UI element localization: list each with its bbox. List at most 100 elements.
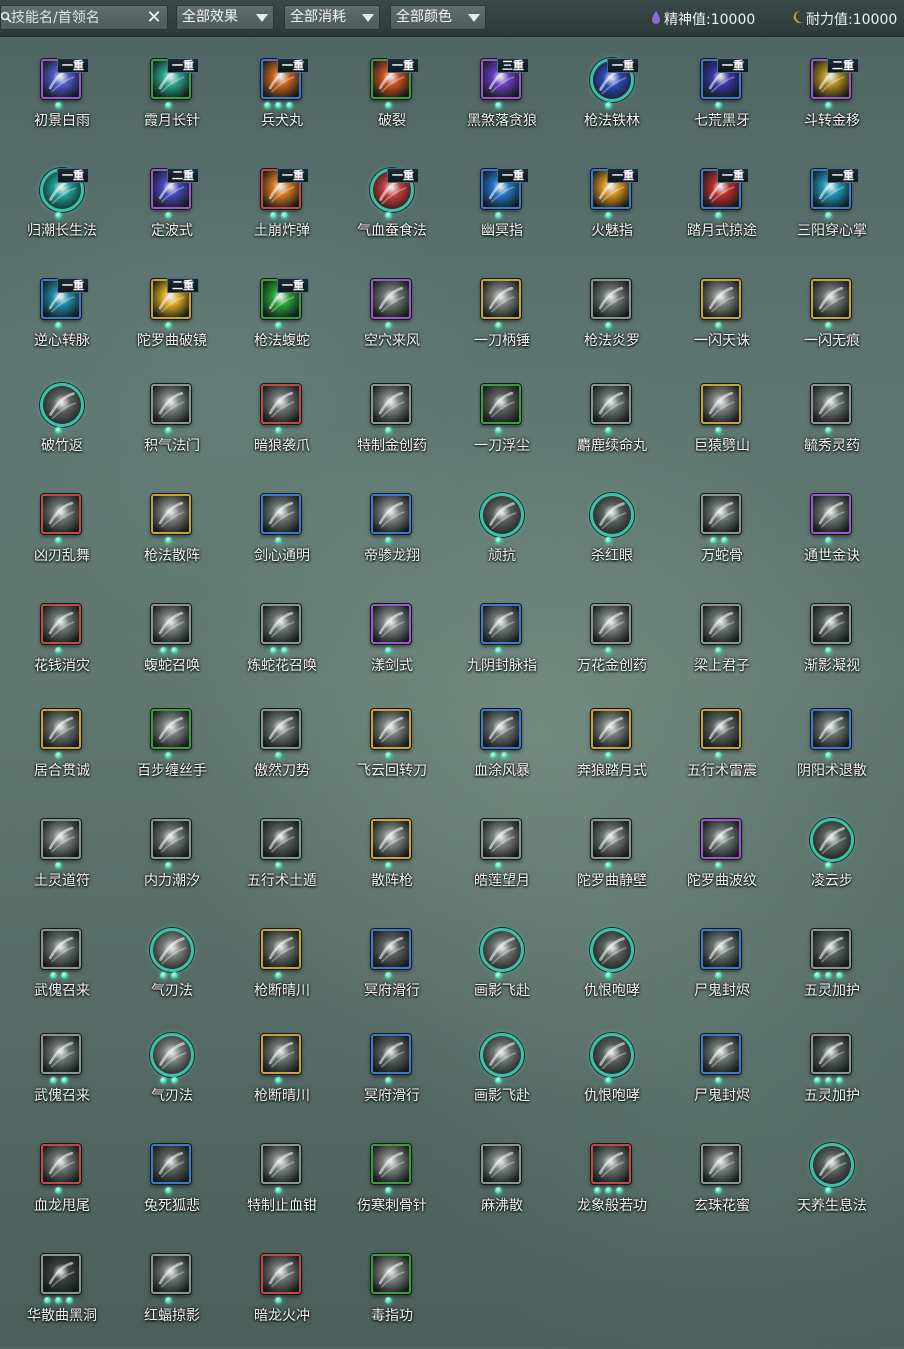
skill-slot[interactable]: 一重 土崩炸弹 [232,164,332,264]
skill-slot[interactable]: 散阵枪 [342,814,442,914]
skill-slot[interactable]: 土灵道符 [12,814,112,914]
skill-slot[interactable]: 漾剑式 [342,599,442,699]
skill-slot[interactable]: 万花金创药 [562,599,662,699]
skill-slot[interactable]: 渐影凝视 [782,599,882,699]
skill-slot[interactable]: 帝骖龙翔 [342,489,442,589]
skill-slot[interactable]: 一重 兵犬丸 [232,54,332,154]
skill-slot[interactable]: 一重 火魅指 [562,164,662,264]
skill-slot[interactable]: 麻沸散 [452,1139,552,1239]
skill-slot[interactable]: 一重 踏月式掠途 [672,164,772,264]
skill-slot[interactable]: 一重 七荒黑牙 [672,54,772,154]
skill-slot[interactable]: 枪法散阵 [122,489,222,589]
skill-slot[interactable]: 气刃法 [122,924,222,1024]
skill-slot[interactable]: 一刀浮尘 [452,379,552,479]
skill-slot[interactable]: 冥府滑行 [342,924,442,1024]
skill-slot[interactable]: 阴阳术退散 [782,704,882,804]
skill-slot[interactable]: 二重 斗转金移 [782,54,882,154]
skill-slot[interactable]: 血涂风暴 [452,704,552,804]
skill-slot[interactable]: 百步缠丝手 [122,704,222,804]
skill-slot[interactable]: 内力潮汐 [122,814,222,914]
skill-slot[interactable]: 五灵加护 [782,1029,882,1129]
skill-slot[interactable]: 天养生息法 [782,1139,882,1239]
skill-slot[interactable]: 空穴来风 [342,274,442,374]
skill-slot[interactable]: 五行术土遁 [232,814,332,914]
skill-slot[interactable]: 尸鬼封烬 [672,924,772,1024]
skill-slot[interactable]: 冥府滑行 [342,1029,442,1129]
skill-slot[interactable]: 五灵加护 [782,924,882,1024]
skill-slot[interactable]: 武傀召来 [12,924,112,1024]
skill-slot[interactable]: 特制金创药 [342,379,442,479]
skill-slot[interactable]: 梁上君子 [672,599,772,699]
skill-slot[interactable]: 巨猿劈山 [672,379,772,479]
skill-slot[interactable]: 武傀召来 [12,1029,112,1129]
skill-slot[interactable]: 杀红眼 [562,489,662,589]
skill-slot[interactable]: 枪断晴川 [232,1029,332,1129]
skill-slot[interactable]: 伤寒刺骨针 [342,1139,442,1239]
skill-slot[interactable]: 破竹返 [12,379,112,479]
skill-slot[interactable]: 气刃法 [122,1029,222,1129]
skill-slot[interactable]: 一重 枪法蝮蛇 [232,274,332,374]
clear-search-button[interactable]: ✕ [145,8,163,27]
skill-slot[interactable]: 仇恨咆哮 [562,924,662,1024]
skill-slot[interactable]: 暗龙火冲 [232,1249,332,1349]
skill-slot[interactable]: 枪法炎罗 [562,274,662,374]
skill-slot[interactable]: 毒指功 [342,1249,442,1349]
skill-slot[interactable]: 皓莲望月 [452,814,552,914]
skill-slot[interactable]: 画影飞赴 [452,924,552,1024]
skill-slot[interactable]: 飞云回转刀 [342,704,442,804]
skill-slot[interactable]: 红蝠掠影 [122,1249,222,1349]
skill-slot[interactable]: 花钱消灾 [12,599,112,699]
skill-slot[interactable]: 龙象般若功 [562,1139,662,1239]
cost-filter-dropdown[interactable]: 全部消耗 [284,5,380,30]
search-input[interactable] [11,8,141,27]
skill-slot[interactable]: 一重 幽冥指 [452,164,552,264]
skill-slot[interactable]: 九阴封脉指 [452,599,552,699]
skill-slot[interactable]: 蝮蛇召唤 [122,599,222,699]
skill-slot[interactable]: 三重 黑煞落贪狼 [452,54,552,154]
skill-slot[interactable]: 一重 初景白雨 [12,54,112,154]
skill-slot[interactable]: 麝鹿续命丸 [562,379,662,479]
skill-slot[interactable]: 炼蛇花召唤 [232,599,332,699]
skill-slot[interactable]: 二重 定波式 [122,164,222,264]
skill-slot[interactable]: 一重 归潮长生法 [12,164,112,264]
skill-slot[interactable]: 血龙甩尾 [12,1139,112,1239]
skill-slot[interactable]: 一重 三阳穿心掌 [782,164,882,264]
skill-slot[interactable]: 画影飞赴 [452,1029,552,1129]
skill-slot[interactable]: 枪断晴川 [232,924,332,1024]
skill-slot[interactable]: 五行术雷震 [672,704,772,804]
skill-slot[interactable]: 一重 气血蚕食法 [342,164,442,264]
skill-slot[interactable]: 一重 霞月长针 [122,54,222,154]
skill-slot[interactable]: 毓秀灵药 [782,379,882,479]
skill-slot[interactable]: 陀罗曲波纹 [672,814,772,914]
skill-slot[interactable]: 一重 逆心转脉 [12,274,112,374]
skill-slot[interactable]: 玄珠花蜜 [672,1139,772,1239]
skill-slot[interactable]: 颃抗 [452,489,552,589]
skill-slot[interactable]: 二重 陀罗曲破镜 [122,274,222,374]
skill-slot[interactable]: 一重 破裂 [342,54,442,154]
skill-slot[interactable]: 积气法门 [122,379,222,479]
skill-slot[interactable]: 凶刃乱舞 [12,489,112,589]
effect-filter-dropdown[interactable]: 全部效果 [176,5,274,30]
skill-art-icon [703,496,739,532]
skill-slot[interactable]: 通世金诀 [782,489,882,589]
skill-level-dot [275,322,282,329]
search-box[interactable]: ✕ [0,5,168,30]
skill-slot[interactable]: 居合贯诚 [12,704,112,804]
skill-slot[interactable]: 华散曲黑洞 [12,1249,112,1349]
skill-slot[interactable]: 尸鬼封烬 [672,1029,772,1129]
skill-slot[interactable]: 一闪天诛 [672,274,772,374]
skill-slot[interactable]: 一闪无痕 [782,274,882,374]
skill-slot[interactable]: 暗狼袭爪 [232,379,332,479]
skill-slot[interactable]: 一重 枪法铁林 [562,54,662,154]
skill-slot[interactable]: 仇恨咆哮 [562,1029,662,1129]
skill-slot[interactable]: 兔死狐悲 [122,1139,222,1239]
color-filter-dropdown[interactable]: 全部颜色 [390,5,486,30]
skill-slot[interactable]: 傲然刀势 [232,704,332,804]
skill-slot[interactable]: 万蛇骨 [672,489,772,589]
skill-slot[interactable]: 特制止血钳 [232,1139,332,1239]
skill-slot[interactable]: 凌云步 [782,814,882,914]
skill-slot[interactable]: 陀罗曲静壁 [562,814,662,914]
skill-slot[interactable]: 奔狼踏月式 [562,704,662,804]
skill-slot[interactable]: 一刀柄锤 [452,274,552,374]
skill-slot[interactable]: 剑心通明 [232,489,332,589]
